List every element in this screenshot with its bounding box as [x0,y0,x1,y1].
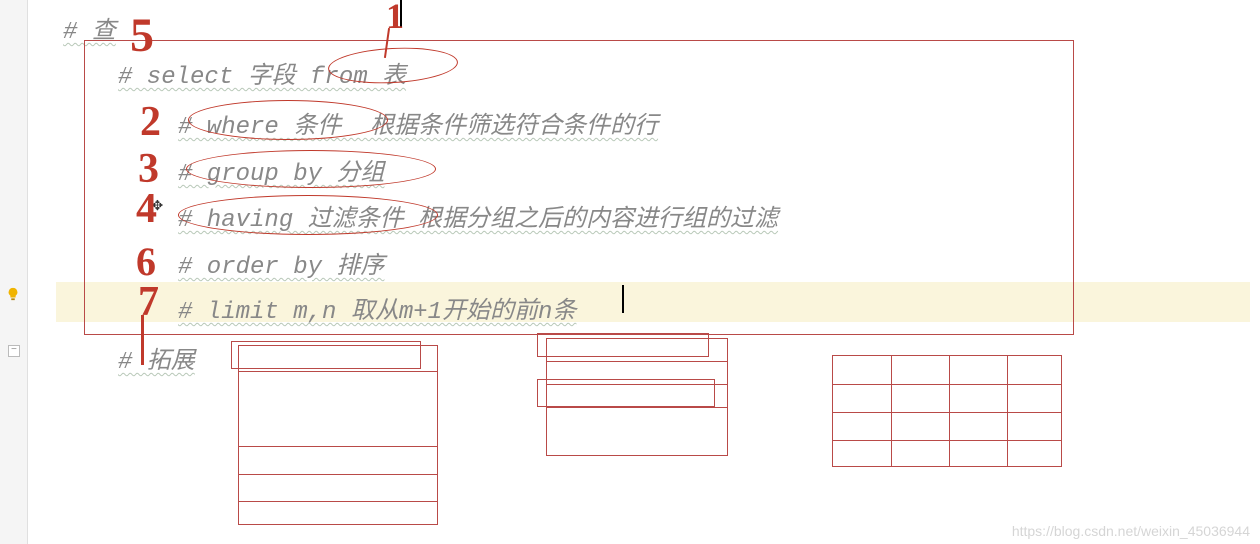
watermark-text: https://blog.csdn.net/weixin_45036944 [1012,523,1250,539]
editor-area[interactable]: # 查 # select 字段 from 表 # where 条件 根据条件筛选… [28,0,1260,544]
text-caret [622,285,624,313]
fold-icon[interactable]: − [8,345,20,357]
annotation-table [546,338,728,456]
code-comment: # 拓展 [118,340,195,376]
text-caret [400,0,402,28]
editor-gutter: − [0,0,28,544]
lightbulb-icon[interactable] [6,287,20,301]
annotation-stroke [141,315,144,365]
cursor-crosshair-icon: ✥ [152,194,163,216]
annotation-table [832,355,1062,467]
code-comment: # limit m,n 取从m+1开始的前n条 [178,290,576,326]
annotation-table [238,345,438,525]
